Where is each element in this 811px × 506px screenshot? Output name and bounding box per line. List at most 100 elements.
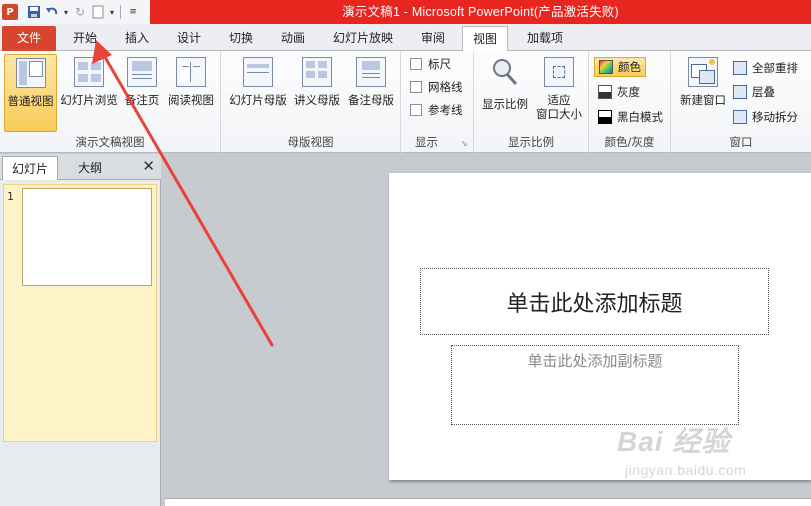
color-mode-button[interactable]: 颜色 (594, 57, 646, 77)
reading-view-label: 阅读视图 (168, 93, 214, 107)
notes-page-button[interactable]: 备注页 (122, 54, 162, 132)
save-icon[interactable] (26, 4, 42, 20)
watermark-url: jingyan.baidu.com (625, 462, 747, 478)
dropdown-arrow-icon[interactable]: ▾ (108, 4, 116, 20)
window-title: 演示文稿1 - Microsoft PowerPoint(产品激活失败) (342, 5, 619, 19)
grayscale-button[interactable]: 灰度 (598, 83, 640, 101)
group-label-window: 窗口 (729, 135, 753, 149)
tab-insert[interactable]: 插入 (114, 26, 160, 51)
tab-slideshow[interactable]: 幻灯片放映 (326, 26, 400, 51)
redo-icon[interactable]: ↻ (72, 4, 88, 20)
slide-sorter-label: 幻灯片浏览 (60, 93, 118, 107)
normal-view-icon (15, 58, 46, 88)
title-placeholder[interactable]: 单击此处添加标题 (420, 268, 769, 335)
grayscale-label: 灰度 (617, 85, 640, 99)
normal-view-button[interactable]: 普通视图 (4, 54, 57, 132)
tab-transitions[interactable]: 切换 (218, 26, 264, 51)
group-label-color: 颜色/灰度 (604, 135, 655, 149)
group-show: 标尺 网格线 参考线 显示 ⬂ (401, 51, 474, 153)
slide-thumbnail[interactable] (22, 188, 152, 286)
group-label-master-views: 母版视图 (287, 135, 334, 149)
ribbon-tabs: 文件 开始 插入 设计 切换 动画 幻灯片放映 审阅 视图 加载项 (0, 24, 811, 52)
reading-view-icon (176, 57, 206, 87)
arrange-all-icon (733, 61, 747, 75)
notes-master-label: 备注母版 (348, 93, 394, 107)
blank-doc-icon[interactable] (90, 4, 106, 20)
subtitle-placeholder[interactable]: 单击此处添加副标题 (451, 345, 739, 425)
tab-outline[interactable]: 大纲 (62, 156, 118, 180)
group-zoom: 显示比例 适应 窗口大小 显示比例 (474, 51, 589, 153)
checkbox-icon[interactable] (410, 58, 422, 70)
normal-view-label: 普通视图 (7, 94, 54, 108)
ruler-checkbox[interactable]: 标尺 (410, 55, 451, 73)
slide-master-icon (243, 57, 273, 87)
color-label: 颜色 (618, 60, 641, 74)
black-white-icon (598, 110, 612, 124)
ribbon-view: 普通视图 幻灯片浏览 备注页 阅读视图 演示文稿视图 幻灯片母版 讲义母版 备注… (0, 51, 811, 153)
handout-master-icon (302, 57, 332, 87)
baidu-jingyan-watermark: Bai 经验 jingyan.baidu.com (617, 420, 807, 490)
checkbox-icon[interactable] (410, 81, 422, 93)
tab-review[interactable]: 审阅 (410, 26, 456, 51)
reading-view-button[interactable]: 阅读视图 (164, 54, 218, 132)
customize-toolbar-icon[interactable]: ≡ (125, 4, 141, 20)
notes-pane-edge[interactable] (165, 498, 811, 506)
notes-page-label: 备注页 (124, 93, 160, 107)
dialog-launcher-icon[interactable]: ⬂ (461, 139, 468, 148)
black-white-button[interactable]: 黑白模式 (598, 108, 663, 126)
black-white-label: 黑白模式 (617, 110, 663, 124)
notes-master-button[interactable]: 备注母版 (345, 54, 397, 132)
arrange-all-button[interactable]: 全部重排 (733, 59, 798, 77)
fit-label-line1: 适应 (547, 93, 571, 107)
tab-view[interactable]: 视图 (462, 26, 508, 52)
cascade-button[interactable]: 层叠 (733, 83, 775, 101)
dropdown-arrow-icon[interactable]: ▾ (62, 4, 70, 20)
group-master-views: 幻灯片母版 讲义母版 备注母版 母版视图 (221, 51, 401, 153)
color-icon (599, 60, 613, 74)
group-color-grayscale: 颜色 灰度 黑白模式 颜色/灰度 (589, 51, 671, 153)
handout-master-button[interactable]: 讲义母版 (291, 54, 343, 132)
move-split-button[interactable]: 移动拆分 (733, 108, 798, 126)
quick-access-toolbar: P ▾ ↻ ▾ ≡ (0, 0, 141, 24)
gridlines-checkbox[interactable]: 网格线 (410, 78, 463, 96)
fit-label-line2: 窗口大小 (536, 107, 582, 121)
powerpoint-app-icon[interactable]: P (2, 4, 18, 20)
zoom-button[interactable]: 显示比例 (479, 54, 531, 132)
tab-slides[interactable]: 幻灯片 (2, 156, 58, 180)
tab-animations[interactable]: 动画 (270, 26, 316, 51)
tab-home[interactable]: 开始 (62, 26, 108, 51)
pane-tabs: 幻灯片 大纲 ✕ (0, 154, 161, 180)
group-label-zoom: 显示比例 (508, 135, 554, 149)
slide-master-button[interactable]: 幻灯片母版 (227, 54, 289, 132)
toolbar-separator (120, 5, 121, 19)
guides-checkbox[interactable]: 参考线 (410, 101, 463, 119)
watermark-logo: Bai 经验 (617, 426, 731, 457)
gridlines-label: 网格线 (428, 80, 463, 94)
close-icon[interactable]: ✕ (142, 157, 155, 175)
slides-pane: 幻灯片 大纲 ✕ 1 (0, 154, 161, 506)
tab-file[interactable]: 文件 (2, 26, 56, 51)
cascade-icon (733, 85, 747, 99)
move-split-icon (733, 110, 747, 124)
handout-master-label: 讲义母版 (294, 93, 340, 107)
group-label-presentation-views: 演示文稿视图 (75, 135, 145, 149)
slide-sorter-button[interactable]: 幻灯片浏览 (59, 54, 119, 132)
fit-to-window-button[interactable]: 适应 窗口大小 (532, 54, 586, 132)
magnifier-icon (490, 57, 520, 87)
new-window-label: 新建窗口 (680, 93, 726, 107)
arrange-all-label: 全部重排 (752, 61, 798, 75)
slide-sorter-icon (74, 57, 104, 87)
group-window: 新建窗口 全部重排 层叠 移动拆分 窗口 (671, 51, 811, 153)
new-window-button[interactable]: 新建窗口 (675, 54, 731, 132)
tab-design[interactable]: 设计 (166, 26, 212, 51)
new-window-icon (688, 57, 718, 87)
notes-master-icon (356, 57, 386, 87)
ruler-label: 标尺 (428, 57, 451, 71)
undo-icon[interactable] (44, 4, 60, 20)
slide-master-label: 幻灯片母版 (229, 93, 287, 107)
tab-addins[interactable]: 加载项 (516, 26, 574, 51)
checkbox-icon[interactable] (410, 104, 422, 116)
group-presentation-views: 普通视图 幻灯片浏览 备注页 阅读视图 演示文稿视图 (0, 51, 221, 153)
fit-window-icon (544, 57, 574, 87)
guides-label: 参考线 (428, 103, 463, 117)
